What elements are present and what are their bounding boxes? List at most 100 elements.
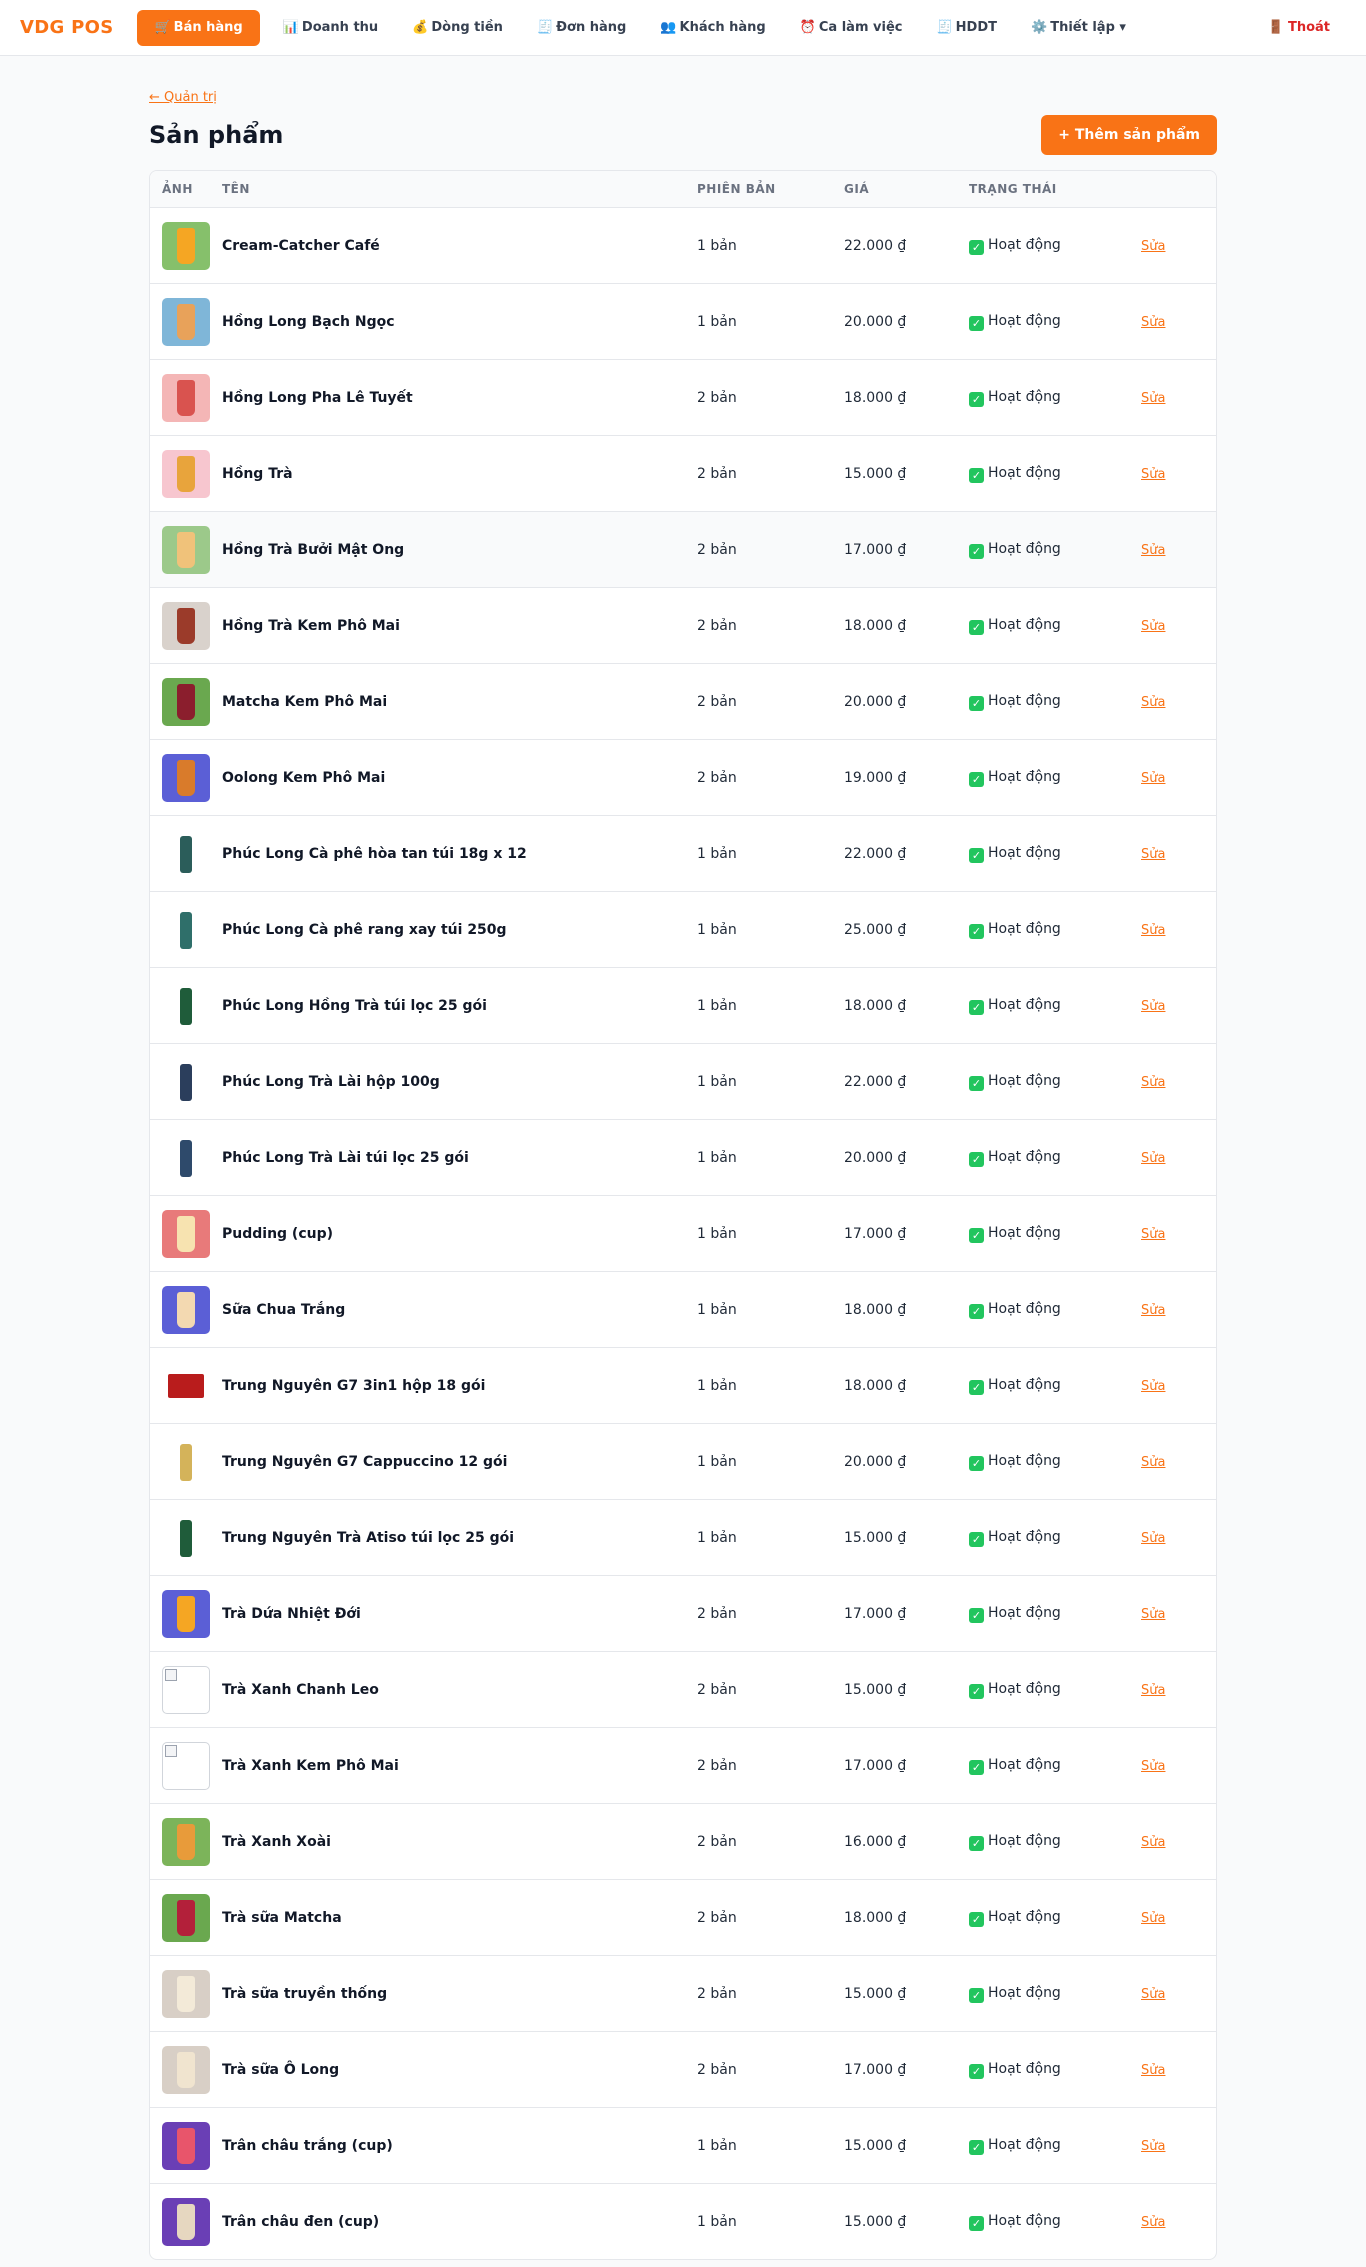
status-text: Hoạt động: [988, 1376, 1061, 1393]
variant-count: 1 bản: [697, 2137, 737, 2154]
edit-link[interactable]: Sửa: [1141, 2139, 1165, 2154]
product-name: Matcha Kem Phô Mai: [222, 693, 388, 710]
table-row: Phúc Long Trà Lài túi lọc 25 gói 1 bản 20.…: [150, 1120, 1216, 1196]
edit-link[interactable]: Sửa: [1141, 1151, 1165, 1166]
edit-link[interactable]: Sửa: [1141, 1303, 1165, 1318]
product-price: 18.000 ₫: [844, 1909, 907, 1926]
product-thumbnail: [162, 449, 210, 498]
product-name: Trà sữa truyền thống: [222, 1985, 388, 2002]
product-price: 22.000 ₫: [844, 237, 907, 254]
edit-link[interactable]: Sửa: [1141, 1227, 1165, 1242]
status-text: Hoạt động: [988, 2060, 1061, 2077]
edit-link[interactable]: Sửa: [1141, 1455, 1165, 1470]
check-icon: ✓: [969, 847, 984, 863]
edit-link[interactable]: Sửa: [1141, 1835, 1165, 1850]
table-row: Trà sữa truyền thống 2 bản 15.000 ₫ ✓ Hoạt đ…: [150, 1956, 1216, 2032]
logout-label: Thoát: [1287, 20, 1330, 35]
status-text: Hoạt động: [988, 1148, 1061, 1165]
table-row: Matcha Kem Phô Mai 2 bản 20.000 ₫ ✓ Hoạt độn…: [150, 664, 1216, 740]
check-icon: ✓: [969, 1987, 984, 2003]
back-to-admin-link[interactable]: ← Quản trị: [149, 90, 217, 105]
top-navbar: VDG POS 🛒 Bán hàng 📊 Doanh thu 💰 Dòng tiền 🧾 Đơ…: [0, 0, 1366, 56]
nav-item-1[interactable]: 📊 Doanh thu: [266, 10, 395, 46]
product-name: Cream-Catcher Café: [222, 237, 380, 254]
edit-link[interactable]: Sửa: [1141, 1759, 1165, 1774]
edit-link[interactable]: Sửa: [1141, 619, 1165, 634]
status-text: Hoạt động: [988, 1528, 1061, 1545]
table-row: Phúc Long Cà phê hòa tan túi 18g x 12 1 b…: [150, 816, 1216, 892]
nav-item-4[interactable]: 👥 Khách hàng: [643, 10, 782, 46]
product-price: 22.000 ₫: [844, 845, 907, 862]
edit-link[interactable]: Sửa: [1141, 1607, 1165, 1622]
table-header: ẢNH TÊN PHIÊN BẢN GIÁ TRẠNG THÁI: [150, 171, 1216, 208]
status-cell: ✓ Hoạt động: [969, 2061, 1141, 2079]
nav-item-7[interactable]: ⚙️ Thiết lập ▾: [1014, 10, 1143, 46]
product-thumbnail: [162, 1362, 210, 1410]
edit-link[interactable]: Sửa: [1141, 999, 1165, 1014]
edit-link[interactable]: Sửa: [1141, 239, 1165, 254]
check-icon: ✓: [969, 923, 984, 939]
nav-item-2[interactable]: 💰 Dòng tiền: [395, 10, 520, 46]
edit-link[interactable]: Sửa: [1141, 1075, 1165, 1090]
nav-label: Doanh thu: [301, 19, 379, 35]
table-row: Trà Xanh Xoài 2 bản 16.000 ₫ ✓ Hoạt động Sửa: [150, 1804, 1216, 1880]
table-row: Trà Dứa Nhiệt Đới 2 bản 17.000 ₫ ✓ Hoạt động…: [150, 1576, 1216, 1652]
nav-item-3[interactable]: 🧾 Đơn hàng: [520, 10, 643, 46]
product-price: 18.000 ₫: [844, 617, 907, 634]
variant-count: 2 bản: [697, 541, 737, 558]
table-row: Oolong Kem Phô Mai 2 bản 19.000 ₫ ✓ Hoạt độn…: [150, 740, 1216, 816]
edit-link[interactable]: Sửa: [1141, 923, 1165, 938]
main-nav: 🛒 Bán hàng 📊 Doanh thu 💰 Dòng tiền 🧾 Đơn hàng 👥 K…: [137, 9, 1143, 46]
edit-link[interactable]: Sửa: [1141, 2215, 1165, 2230]
check-icon: ✓: [969, 1151, 984, 1167]
product-price: 15.000 ₫: [844, 2213, 907, 2230]
variant-count: 2 bản: [697, 1833, 737, 1850]
edit-link[interactable]: Sửa: [1141, 1531, 1165, 1546]
variant-count: 1 bản: [697, 845, 737, 862]
status-cell: ✓ Hoạt động: [969, 1149, 1141, 1167]
table-row: Sữa Chua Trắng 1 bản 18.000 ₫ ✓ Hoạt động Sửa: [150, 1272, 1216, 1348]
status-text: Hoạt động: [988, 920, 1061, 937]
variant-count: 2 bản: [697, 1757, 737, 1774]
edit-link[interactable]: Sửa: [1141, 1987, 1165, 2002]
status-cell: ✓ Hoạt động: [969, 1073, 1141, 1091]
page-title: Sản phẩm: [149, 121, 284, 149]
logout-button[interactable]: 🚪 Thoát: [1268, 20, 1346, 35]
product-price: 18.000 ₫: [844, 1301, 907, 1318]
edit-link[interactable]: Sửa: [1141, 847, 1165, 862]
product-thumbnail: [162, 1817, 210, 1866]
edit-link[interactable]: Sửa: [1141, 467, 1165, 482]
check-icon: ✓: [969, 771, 984, 787]
status-cell: ✓ Hoạt động: [969, 2213, 1141, 2231]
edit-link[interactable]: Sửa: [1141, 391, 1165, 406]
brand-logo[interactable]: VDG POS: [20, 17, 113, 38]
status-cell: ✓ Hoạt động: [969, 237, 1141, 255]
edit-link[interactable]: Sửa: [1141, 695, 1165, 710]
nav-item-0[interactable]: 🛒 Bán hàng: [137, 9, 260, 46]
add-product-button[interactable]: + Thêm sản phẩm: [1041, 115, 1217, 155]
edit-link[interactable]: Sửa: [1141, 771, 1165, 786]
status-cell: ✓ Hoạt động: [969, 1909, 1141, 1927]
edit-link[interactable]: Sửa: [1141, 315, 1165, 330]
edit-link[interactable]: Sửa: [1141, 1379, 1165, 1394]
edit-link[interactable]: Sửa: [1141, 1911, 1165, 1926]
edit-link[interactable]: Sửa: [1141, 2063, 1165, 2078]
status-cell: ✓ Hoạt động: [969, 1529, 1141, 1547]
product-thumbnail: [162, 1133, 210, 1182]
status-text: Hoạt động: [988, 464, 1061, 481]
product-thumbnail: [162, 677, 210, 726]
product-price: 20.000 ₫: [844, 693, 907, 710]
nav-item-5[interactable]: ⏰ Ca làm việc: [783, 10, 920, 46]
nav-item-6[interactable]: 🧾 HDDT: [919, 10, 1014, 46]
status-text: Hoạt động: [988, 312, 1061, 329]
product-name: Oolong Kem Phô Mai: [222, 769, 386, 786]
table-row: Trung Nguyên G7 3in1 hộp 18 gói 1 bản 18.0…: [150, 1348, 1216, 1424]
table-row: Hồng Trà Bưởi Mật Ong 2 bản 17.000 ₫ ✓ Hoạt …: [150, 512, 1216, 588]
variant-count: 1 bản: [697, 921, 737, 938]
status-cell: ✓ Hoạt động: [969, 693, 1141, 711]
edit-link[interactable]: Sửa: [1141, 543, 1165, 558]
nav-label: Thiết lập ▾: [1050, 19, 1126, 35]
product-name: Phúc Long Cà phê hòa tan túi 18g x 12: [222, 845, 527, 862]
edit-link[interactable]: Sửa: [1141, 1683, 1165, 1698]
nav-icon: ⏰: [799, 19, 816, 35]
